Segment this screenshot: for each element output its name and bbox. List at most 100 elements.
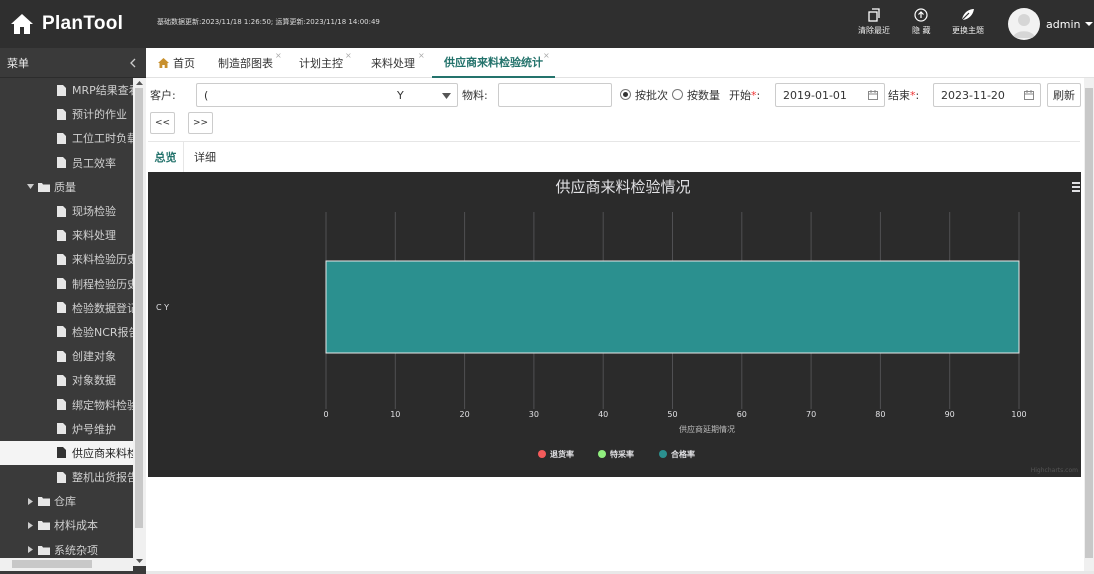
tab-label: 首页 (173, 57, 195, 70)
x-tick-label: 100 (1011, 410, 1026, 419)
user-menu[interactable]: admin (1008, 8, 1094, 40)
tab-plan-control[interactable]: 计划主控 × (299, 48, 352, 78)
sidebar-item-label: 仓库 (54, 495, 76, 509)
legend-item[interactable]: 退货率 (538, 449, 574, 459)
arrow-up-circle-icon (914, 8, 928, 22)
sidebar-hscroll-thumb[interactable] (12, 560, 92, 568)
collapse-sidebar-icon[interactable] (129, 58, 137, 68)
sidebar-item[interactable]: 制程检验历史 (0, 272, 133, 296)
subtab-overview[interactable]: 总览 (148, 142, 184, 172)
file-icon (57, 157, 66, 169)
hide-label: 隐 藏 (912, 26, 931, 35)
sidebar-scroll-thumb[interactable] (135, 88, 143, 528)
caret-right-icon (28, 497, 33, 505)
tab-label: 来料处理 (371, 57, 415, 70)
app-title: PlanTool (42, 13, 124, 34)
hide-button[interactable]: 隐 藏 (912, 8, 931, 36)
prev-page-button[interactable]: << (150, 112, 175, 134)
sidebar-item-label: 对象数据 (72, 374, 116, 388)
sidebar-item-label: MRP结果查看 (72, 84, 133, 98)
sidebar-item[interactable]: 预计的作业 (0, 102, 133, 126)
x-tick-label: 0 (323, 410, 328, 419)
tab-incoming-processing[interactable]: 来料处理 × (371, 48, 425, 78)
customer-label: 客户: (150, 89, 176, 102)
sidebar-item[interactable]: 来料处理 (0, 223, 133, 247)
calendar-icon[interactable] (868, 90, 878, 100)
by-quantity-radio[interactable] (672, 89, 683, 100)
sidebar-menu: MRP结果查看预计的作业工位工时负载员工效率质量现场检验来料处理来料检验历史制程… (0, 78, 133, 566)
caret-down-icon (1085, 22, 1094, 26)
by-batch-radio[interactable] (620, 89, 631, 100)
sidebar-item-label: 创建对象 (72, 350, 116, 364)
tab-close-icon[interactable]: × (418, 51, 425, 60)
copy-icon (868, 8, 880, 22)
file-icon (57, 302, 66, 314)
sidebar-item-label: 来料检验历史 (72, 253, 133, 267)
x-tick-label: 60 (737, 410, 747, 419)
sidebar-item[interactable]: 员工效率 (0, 151, 133, 175)
sidebar-title: 菜单 (7, 56, 29, 70)
page-vertical-scrollbar[interactable] (1084, 78, 1094, 574)
x-tick-label: 70 (806, 410, 816, 419)
material-label: 物料: (462, 89, 488, 102)
calendar-icon[interactable] (1024, 90, 1034, 100)
sidebar-item[interactable]: 对象数据 (0, 368, 133, 392)
refresh-label: 刷新 (1053, 89, 1075, 102)
legend-marker (659, 450, 667, 458)
file-icon (57, 350, 66, 362)
scroll-up-icon[interactable] (133, 78, 146, 87)
sidebar-item[interactable]: 质量 (0, 175, 133, 199)
end-date-value: 2023-11-20 (941, 88, 1005, 102)
sidebar-item[interactable]: 现场检验 (0, 199, 133, 223)
chart-menu-icon[interactable] (1072, 182, 1080, 192)
sidebar-item[interactable]: 仓库 (0, 489, 133, 513)
sidebar-item[interactable]: 材料成本 (0, 513, 133, 537)
sidebar-item-label: 检验数据登记 (72, 301, 133, 315)
tab-close-icon[interactable]: × (543, 51, 550, 60)
material-input[interactable] (498, 83, 612, 107)
page-scroll-thumb[interactable] (1085, 88, 1093, 558)
sidebar-item[interactable]: 绑定物料检验 (0, 392, 133, 416)
change-theme-label: 更换主题 (952, 26, 984, 35)
change-theme-button[interactable]: 更换主题 (952, 8, 984, 36)
chart-credits[interactable]: Highcharts.com (1031, 467, 1078, 474)
caret-right-icon (28, 521, 33, 529)
tab-home[interactable]: 首页 (157, 48, 195, 78)
next-page-button[interactable]: >> (188, 112, 213, 134)
scroll-down-icon[interactable] (133, 557, 146, 566)
file-icon (57, 423, 66, 435)
sidebar-header: 菜单 (0, 48, 146, 78)
legend-item[interactable]: 特采率 (598, 449, 634, 459)
bar-合格率[interactable] (325, 260, 1020, 354)
start-date-input[interactable]: 2019-01-01 (775, 83, 885, 107)
sidebar-item[interactable]: 创建对象 (0, 344, 133, 368)
refresh-button[interactable]: 刷新 (1047, 83, 1081, 107)
sidebar-item[interactable]: MRP结果查看 (0, 78, 133, 102)
folder-icon (38, 521, 50, 531)
legend-marker (538, 450, 546, 458)
sidebar-item[interactable]: 炉号维护 (0, 417, 133, 441)
sidebar-item-label: 工位工时负载 (72, 132, 133, 146)
tab-close-icon[interactable]: × (345, 51, 352, 60)
tab-supplier-inspection-stats[interactable]: 供应商来料检验统计 × (432, 48, 555, 78)
sidebar-item[interactable]: 来料检验历史 (0, 247, 133, 271)
sidebar-item[interactable]: 工位工时负载 (0, 126, 133, 150)
sidebar-item[interactable]: 供应商来料检验统计 (0, 440, 133, 465)
sidebar-item[interactable]: 检验NCR报告 (0, 320, 133, 344)
legend-item[interactable]: 合格率 (659, 449, 695, 459)
end-date-input[interactable]: 2023-11-20 (933, 83, 1041, 107)
customer-select[interactable]: ( Y (196, 83, 458, 107)
tab-manufacturing-charts[interactable]: 制造部图表 × (218, 48, 282, 78)
app-logo[interactable]: PlanTool (10, 11, 123, 37)
sidebar-item[interactable]: 整机出货报告 (0, 465, 133, 489)
subtab-detail[interactable]: 详细 (194, 142, 216, 172)
sidebar-horizontal-scrollbar[interactable] (0, 558, 133, 571)
chart-x-ticks: 01020304050607080901001 (323, 410, 1090, 419)
folder-icon (38, 545, 50, 555)
sidebar-item-label: 系统杂项 (54, 543, 98, 557)
sidebar-vertical-scrollbar[interactable] (133, 78, 146, 566)
chart-bars (325, 260, 1020, 354)
sidebar-item[interactable]: 检验数据登记 (0, 296, 133, 320)
clear-recent-button[interactable]: 清除最近 (858, 8, 890, 36)
tab-close-icon[interactable]: × (275, 51, 282, 60)
